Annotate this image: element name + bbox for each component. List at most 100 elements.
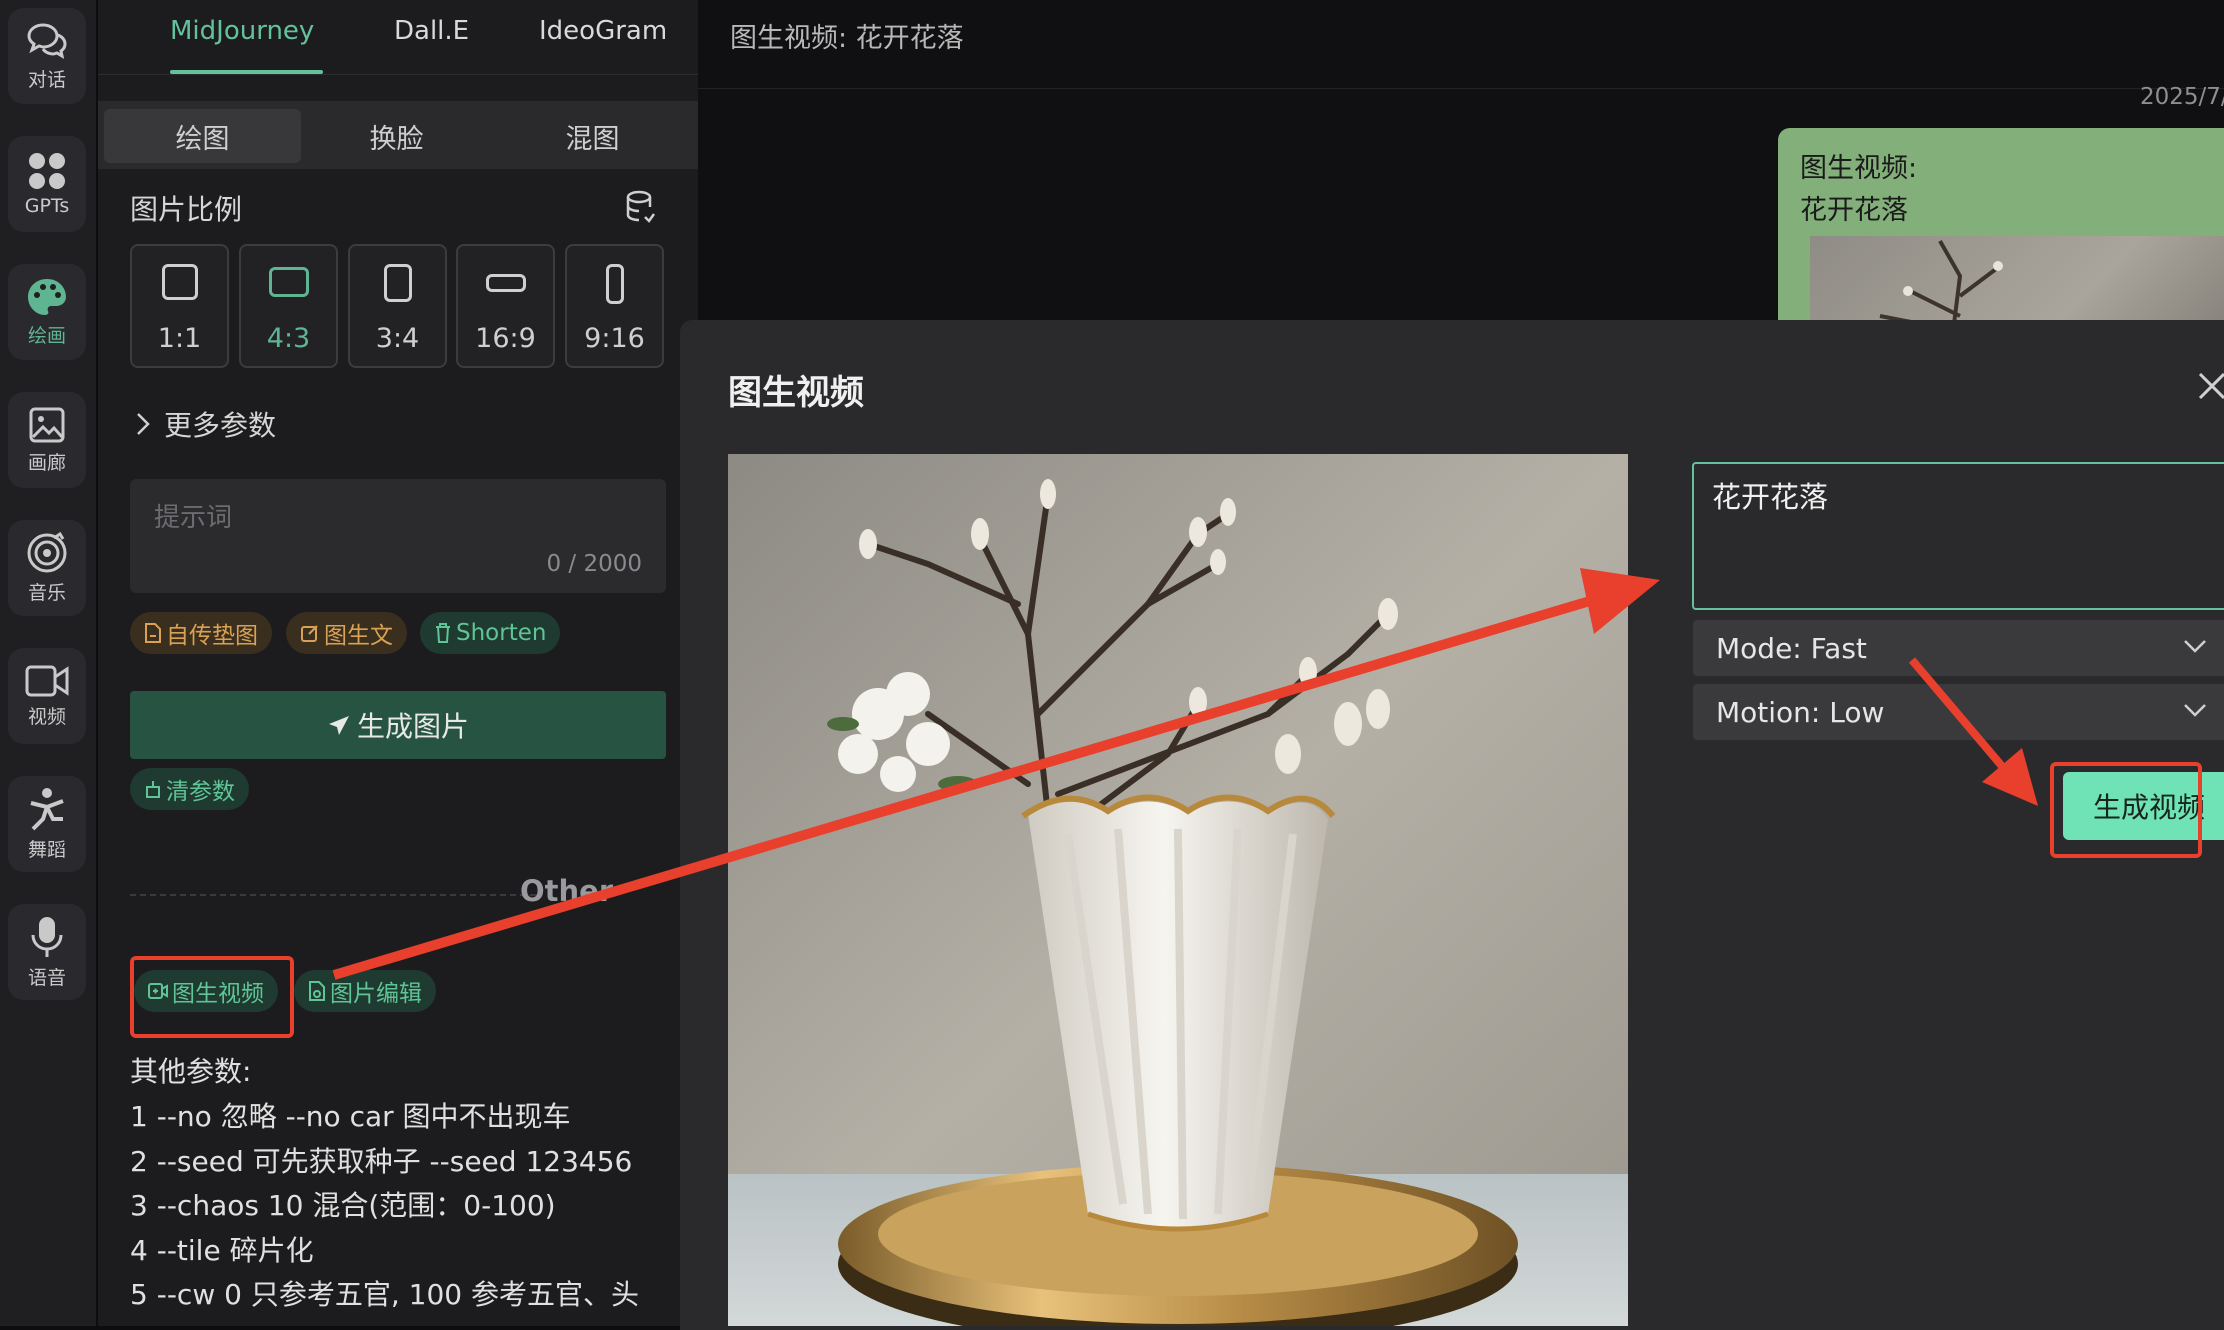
header-divider xyxy=(698,88,2224,89)
ratio-label: 4:3 xyxy=(266,323,311,354)
section-divider xyxy=(130,894,536,896)
other-params-title: 其他参数: xyxy=(130,1055,252,1088)
database-icon[interactable] xyxy=(625,190,657,226)
sub-tabs: 绘图 换脸 混图 xyxy=(98,101,698,169)
send-icon xyxy=(328,716,349,735)
chip-label: 图片编辑 xyxy=(330,981,422,1007)
chip-upload-ref[interactable]: 自传垫图 xyxy=(130,612,272,654)
chat-icon xyxy=(27,22,67,59)
divider xyxy=(98,74,698,75)
app-rail: 对话 GPTs 绘画 画廊 音乐 视频 舞蹈 语音 xyxy=(0,0,96,1326)
mode-select-value: Mode: Fast xyxy=(1716,631,1867,665)
rail-item-gpts[interactable]: GPTs xyxy=(8,136,86,232)
ratio-portrait-icon xyxy=(383,264,412,302)
rail-label-dance: 舞蹈 xyxy=(27,838,66,861)
generate-image-button[interactable]: 生成图片 xyxy=(130,691,666,759)
video-icon xyxy=(25,665,69,696)
vase-with-branches-image xyxy=(728,454,1628,1326)
annotation-highlight-box xyxy=(130,956,294,1038)
prompt-placeholder: 提示词 xyxy=(154,503,233,533)
ratio-label: 3:4 xyxy=(375,323,420,354)
chip-label: 自传垫图 xyxy=(166,623,258,649)
edit-icon xyxy=(301,625,318,642)
clear-params-button[interactable]: 清参数 xyxy=(130,768,249,810)
rail-item-dance[interactable]: 舞蹈 xyxy=(8,776,86,872)
ratio-title: 图片比例 xyxy=(130,193,243,226)
ratio-label: 9:16 xyxy=(584,323,645,354)
rail-label-gpts: GPTs xyxy=(24,195,70,217)
rail-item-music[interactable]: 音乐 xyxy=(8,520,86,616)
mode-select[interactable]: Mode: Fast xyxy=(1693,620,2224,676)
user-message-bubble: 图生视频: 花开花落 xyxy=(1778,128,2224,338)
param-line-4: 4 --tile 碎片化 xyxy=(130,1234,314,1267)
rail-label-voice: 语音 xyxy=(27,966,66,989)
ratio-4-3[interactable]: 4:3 xyxy=(239,244,338,368)
trash-icon xyxy=(436,623,450,643)
video-prompt-value: 花开花落 xyxy=(1712,480,1829,514)
motion-select-value: Motion: Low xyxy=(1716,695,1885,729)
chip-label: 清参数 xyxy=(166,779,235,805)
tab-midjourney[interactable]: MidJourney xyxy=(170,16,314,46)
ratio-9-16[interactable]: 9:16 xyxy=(565,244,664,368)
rail-label-music: 音乐 xyxy=(27,581,66,604)
prompt-char-count: 0 / 2000 xyxy=(546,551,642,577)
param-line-5: 5 --cw 0 只参考五官, 100 参考五官、头 xyxy=(130,1278,639,1311)
ratio-1-1[interactable]: 1:1 xyxy=(130,244,229,368)
palette-icon xyxy=(28,278,66,315)
dance-icon xyxy=(30,787,64,830)
microphone-icon xyxy=(31,916,63,957)
bubble-line-1: 图生视频: xyxy=(1800,153,1918,184)
message-timestamp: 2025/7/ xyxy=(2140,84,2224,110)
source-image xyxy=(728,454,1628,1326)
chevron-right-icon xyxy=(137,413,150,435)
generate-image-label: 生成图片 xyxy=(356,710,469,743)
prompt-input[interactable]: 提示词 0 / 2000 xyxy=(130,479,666,593)
more-params-label: 更多参数 xyxy=(164,409,277,442)
rail-label-gallery: 画廊 xyxy=(27,451,66,474)
subtab-blend[interactable]: 混图 xyxy=(494,109,691,163)
annotation-highlight-box xyxy=(2050,762,2202,858)
rail-item-draw[interactable]: 绘画 xyxy=(8,264,86,360)
rail-item-chat[interactable]: 对话 xyxy=(8,8,86,104)
motion-select[interactable]: Motion: Low xyxy=(1693,684,2224,740)
ratio-landscape-icon xyxy=(268,267,309,297)
chevron-down-icon xyxy=(2184,704,2206,717)
more-params-toggle[interactable]: 更多参数 xyxy=(136,404,276,444)
tab-ideogram[interactable]: IdeoGram xyxy=(539,16,667,46)
chevron-down-icon xyxy=(2184,640,2206,653)
rail-item-video[interactable]: 视频 xyxy=(8,648,86,744)
ratio-label: 16:9 xyxy=(475,323,536,354)
chip-image-to-text[interactable]: 图生文 xyxy=(286,612,407,654)
param-line-1: 1 --no 忽略 --no car 图中不出现车 xyxy=(130,1100,571,1133)
file-edit-icon xyxy=(309,981,325,1001)
rail-label-draw: 绘画 xyxy=(27,324,66,347)
ratio-3-4[interactable]: 3:4 xyxy=(348,244,447,368)
gallery-icon xyxy=(29,407,65,442)
rail-item-voice[interactable]: 语音 xyxy=(8,904,86,1000)
music-icon xyxy=(27,531,67,572)
ratio-wide-icon xyxy=(485,274,526,292)
close-icon[interactable] xyxy=(2196,370,2224,400)
chip-shorten[interactable]: Shorten xyxy=(420,612,561,654)
rail-label-video: 视频 xyxy=(27,705,66,728)
rail-label-chat: 对话 xyxy=(27,68,66,91)
other-section-label: Other xyxy=(520,874,614,908)
tab-dalle[interactable]: Dall.E xyxy=(394,16,469,46)
subtab-draw[interactable]: 绘图 xyxy=(104,109,301,163)
rail-item-gallery[interactable]: 画廊 xyxy=(8,392,86,488)
ratio-square-icon xyxy=(161,264,198,300)
subtab-faceswap[interactable]: 换脸 xyxy=(298,109,495,163)
bubble-line-2: 花开花落 xyxy=(1800,195,1908,226)
tool-image-edit[interactable]: 图片编辑 xyxy=(294,970,436,1012)
ratio-label: 1:1 xyxy=(157,323,202,354)
video-prompt-textarea[interactable]: 花开花落 xyxy=(1692,462,2224,610)
settings-panel: MidJourney Dall.E IdeoGram 绘图 换脸 混图 图片比例… xyxy=(98,0,698,1326)
chip-label: 图生文 xyxy=(324,623,393,649)
chat-header-title: 图生视频: 花开花落 xyxy=(730,23,964,54)
param-line-2: 2 --seed 可先获取种子 --seed 123456 xyxy=(130,1145,633,1178)
modal-title: 图生视频 xyxy=(728,373,864,413)
gpts-grid-icon xyxy=(29,153,65,189)
file-icon xyxy=(145,623,161,643)
ratio-16-9[interactable]: 16:9 xyxy=(456,244,555,368)
ratio-tall-icon xyxy=(605,264,624,304)
